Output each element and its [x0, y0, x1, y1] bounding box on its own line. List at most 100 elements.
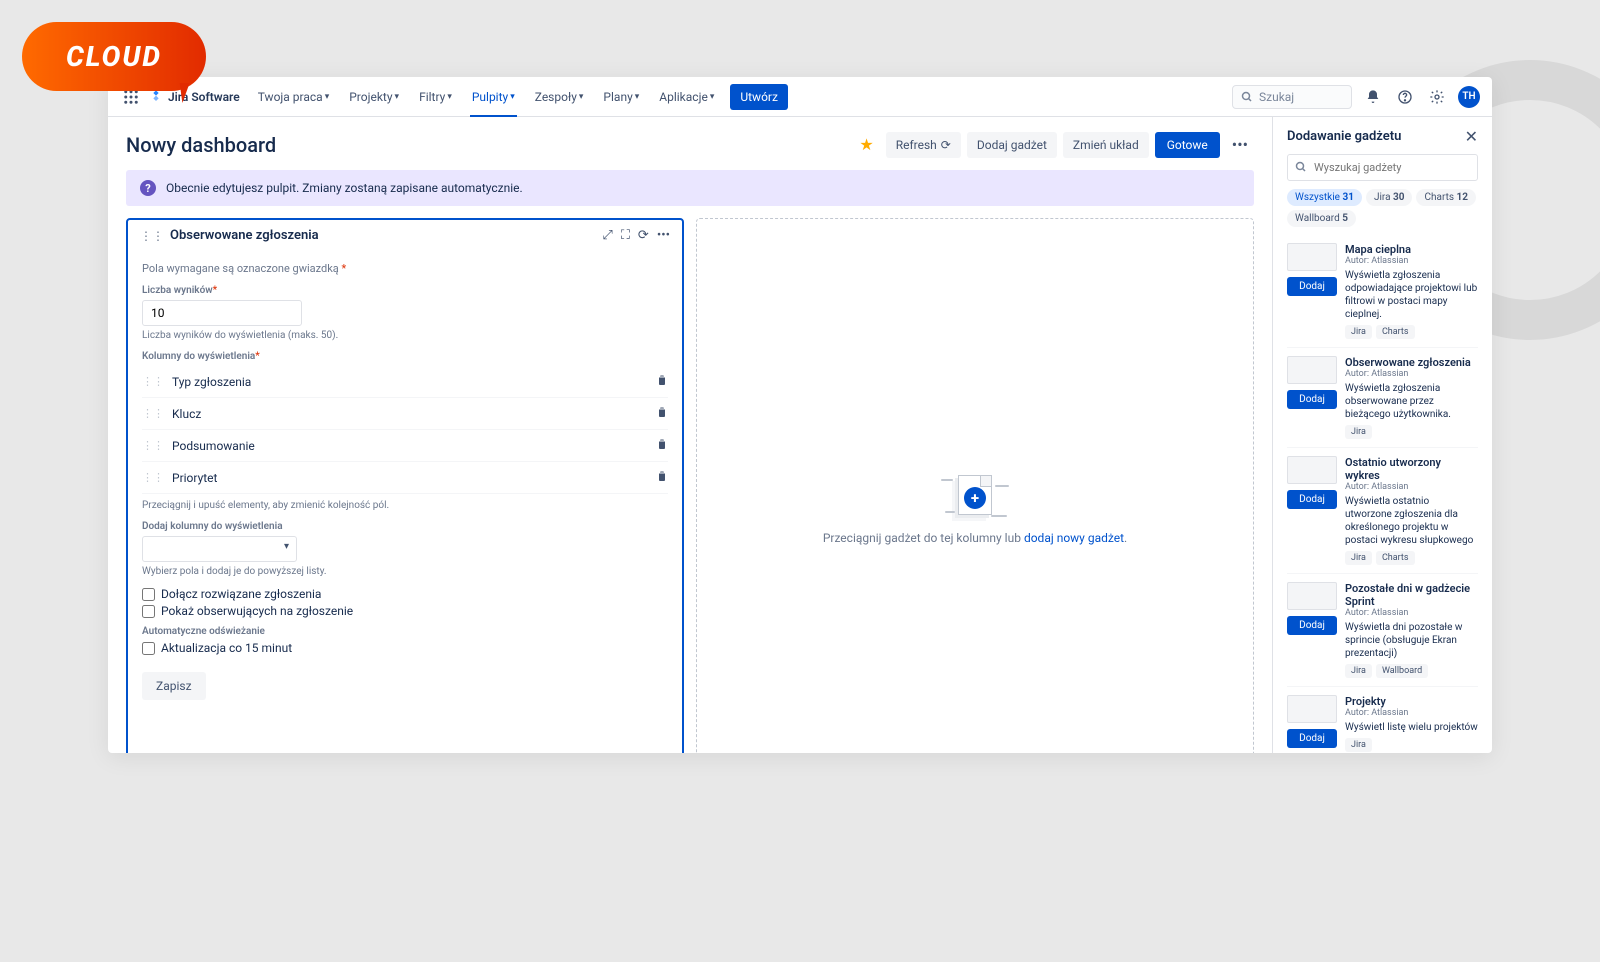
chevron-down-icon: ▾ [579, 92, 584, 102]
results-count-input[interactable] [142, 300, 302, 326]
card-more-icon[interactable]: ••• [657, 228, 670, 243]
column-row[interactable]: ⋮⋮Podsumowanie [142, 430, 668, 462]
drag-handle-icon[interactable]: ⋮⋮ [140, 229, 164, 243]
topnav-right: Szukaj TH [1232, 85, 1480, 109]
side-panel-header: Dodawanie gadżetu ✕ [1273, 127, 1492, 154]
gadget-dropzone[interactable]: + Przeciągnij gadżet do tej kolumny lub … [696, 218, 1254, 753]
gadget-thumbnail [1287, 582, 1337, 610]
done-button[interactable]: Gotowe [1155, 132, 1220, 158]
filter-chip-wszystkie[interactable]: Wszystkie 31 [1287, 189, 1362, 206]
create-button[interactable]: Utwórz [730, 84, 788, 110]
column-name: Klucz [172, 407, 648, 421]
gadget-item: Dodaj Ostatnio utworzony wykresAutor: Atl… [1287, 448, 1478, 574]
notifications-icon[interactable] [1362, 86, 1384, 108]
chevron-down-icon: ▾ [325, 92, 330, 102]
gadget-tag: Jira [1345, 551, 1372, 565]
gadget-tag: Jira [1345, 664, 1372, 678]
info-text: Obecnie edytujesz pulpit. Zmiany zostaną… [166, 181, 523, 195]
gadget-add-button[interactable]: Dodaj [1287, 490, 1337, 509]
gadget-author: Autor: Atlassian [1345, 482, 1478, 492]
gadget-desc: Wyświetla zgłoszenia obserwowane przez b… [1345, 382, 1478, 421]
refresh-icon[interactable]: ⟳ [638, 228, 649, 243]
include-resolved-checkbox[interactable]: Dołącz rozwiązane zgłoszenia [142, 587, 668, 601]
cloud-badge: CLOUD [22, 22, 206, 91]
gadget-thumbnail [1287, 695, 1337, 723]
column-1: ⋮⋮ Obserwowane zgłoszenia ⤢ ⛶ ⟳ ••• [126, 218, 684, 753]
gadget-desc: Wyświetla dni pozostałe w sprincie (obsł… [1345, 621, 1478, 660]
delete-icon[interactable] [656, 406, 668, 421]
grip-icon[interactable]: ⋮⋮ [142, 407, 164, 420]
gadget-tag: Charts [1376, 325, 1415, 339]
results-help: Liczba wyników do wyświetlenia (maks. 50… [142, 330, 668, 341]
star-icon[interactable]: ★ [859, 135, 873, 154]
card-header: ⋮⋮ Obserwowane zgłoszenia ⤢ ⛶ ⟳ ••• [128, 220, 682, 252]
delete-icon[interactable] [656, 438, 668, 453]
show-watchers-checkbox[interactable]: Pokaż obserwujących na zgłoszenie [142, 604, 668, 618]
gadget-desc: Wyświetla ostatnio utworzone zgłoszenia … [1345, 495, 1478, 547]
gadget-author: Autor: Atlassian [1345, 708, 1478, 718]
gadget-thumbnail [1287, 243, 1337, 271]
column-row[interactable]: ⋮⋮ Priorytet [142, 462, 668, 494]
filter-chip-wallboard[interactable]: Wallboard 5 [1287, 210, 1356, 227]
add-new-gadget-link[interactable]: dodaj nowy gadżet [1024, 531, 1124, 545]
refresh-button[interactable]: Refresh ⟳ [886, 132, 961, 158]
global-search[interactable]: Szukaj [1232, 85, 1352, 109]
gadget-add-button[interactable]: Dodaj [1287, 729, 1337, 748]
update-15min-checkbox[interactable]: Aktualizacja co 15 minut [142, 641, 668, 655]
gadget-search-input[interactable] [1287, 154, 1478, 181]
minimize-icon[interactable]: ⤢ [602, 228, 612, 243]
nav-item-plany[interactable]: Plany▾ [595, 81, 647, 113]
column-name: Priorytet [172, 471, 648, 485]
delete-icon[interactable] [656, 374, 668, 389]
chevron-down-icon: ▾ [710, 92, 715, 102]
gadget-tag: Jira [1345, 738, 1372, 752]
more-icon[interactable]: ••• [1226, 131, 1254, 158]
columns-list: ⋮⋮Typ zgłoszenia⋮⋮Klucz⋮⋮Podsumowanie⋮⋮P… [142, 366, 668, 494]
filter-chips: Wszystkie 31Jira 30Charts 12 Wallboard 5 [1273, 189, 1492, 235]
gadget-title: Obserwowane zgłoszenia [1345, 356, 1478, 369]
gadget-add-button[interactable]: Dodaj [1287, 616, 1337, 635]
save-button[interactable]: Zapisz [142, 672, 206, 700]
close-icon[interactable]: ✕ [1465, 127, 1478, 146]
nav-item-filtry[interactable]: Filtry▾ [411, 81, 460, 113]
add-gadget-button[interactable]: Dodaj gadżet [967, 132, 1057, 158]
gadget-add-button[interactable]: Dodaj [1287, 390, 1337, 409]
change-layout-button[interactable]: Zmień układ [1063, 132, 1149, 158]
refresh-label: Refresh [896, 138, 937, 152]
filter-chip-charts[interactable]: Charts 12 [1416, 189, 1476, 206]
gadget-tag: Charts [1376, 551, 1415, 565]
card-title: Obserwowane zgłoszenia [170, 228, 596, 243]
required-hint: Pola wymagane są oznaczone gwiazdką * [142, 262, 668, 275]
results-count-label: Liczba wyników* [142, 285, 668, 296]
dashboard-columns: ⋮⋮ Obserwowane zgłoszenia ⤢ ⛶ ⟳ ••• [126, 218, 1254, 753]
main-area: Nowy dashboard ★ Refresh ⟳ Dodaj gadżet … [108, 117, 1272, 753]
nav-item-projekty[interactable]: Projekty▾ [341, 81, 407, 113]
help-icon[interactable] [1394, 86, 1416, 108]
gadget-title: Ostatnio utworzony wykres [1345, 456, 1478, 482]
gadget-desc: Wyświetla zgłoszenia odpowiadające proje… [1345, 269, 1478, 321]
refresh-icon: ⟳ [941, 138, 951, 152]
settings-icon[interactable] [1426, 86, 1448, 108]
grip-icon[interactable]: ⋮⋮ [142, 375, 164, 388]
add-columns-select[interactable] [142, 536, 297, 562]
gadget-list: DodajMapa cieplnaAutor: AtlassianWyświet… [1273, 235, 1492, 753]
grip-icon[interactable]: ⋮⋮ [142, 471, 164, 484]
gadget-title: Pozostałe dni w gadżecie Sprint [1345, 582, 1478, 608]
gadget-search [1287, 154, 1478, 181]
nav-item-pulpity[interactable]: Pulpity▾ [464, 81, 523, 113]
gadget-add-button[interactable]: Dodaj [1287, 277, 1337, 296]
grip-icon[interactable]: ⋮⋮ [142, 439, 164, 452]
nav-item-zespoły[interactable]: Zespoły▾ [527, 81, 592, 113]
expand-icon[interactable]: ⛶ [621, 228, 630, 243]
chevron-down-icon: ▾ [510, 92, 515, 102]
chevron-down-icon: ▾ [395, 92, 400, 102]
gadget-title: Projekty [1345, 695, 1478, 708]
nav-item-twoja-praca[interactable]: Twoja praca▾ [250, 81, 338, 113]
filter-chip-jira[interactable]: Jira 30 [1366, 189, 1413, 206]
column-row[interactable]: ⋮⋮Typ zgłoszenia [142, 366, 668, 398]
nav-item-aplikacje[interactable]: Aplikacje▾ [651, 81, 722, 113]
user-avatar[interactable]: TH [1458, 86, 1480, 108]
add-gadget-panel: Dodawanie gadżetu ✕ Wszystkie 31Jira 30C… [1272, 117, 1492, 753]
delete-icon[interactable] [656, 470, 668, 485]
column-row[interactable]: ⋮⋮ Klucz [142, 398, 668, 430]
